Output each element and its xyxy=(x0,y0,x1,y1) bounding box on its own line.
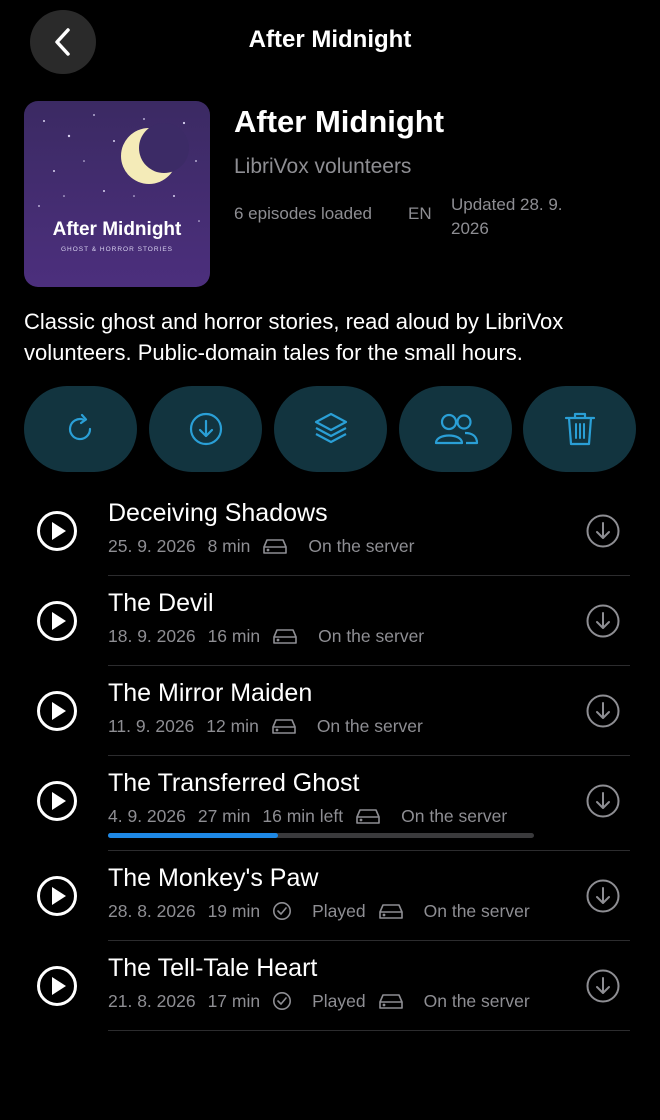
episode-played: Played xyxy=(312,900,366,921)
episode-duration: 19 min xyxy=(207,900,261,921)
episode-date: 25. 9. 2026 xyxy=(108,535,196,556)
divider xyxy=(108,940,630,941)
play-icon[interactable] xyxy=(36,875,78,917)
people-icon xyxy=(434,413,478,445)
server-icon xyxy=(262,537,288,555)
server-icon xyxy=(271,717,297,735)
divider xyxy=(108,1030,630,1031)
divider xyxy=(108,850,630,851)
delete-button[interactable] xyxy=(523,386,636,472)
server-icon xyxy=(378,902,404,920)
episode-duration: 27 min xyxy=(197,805,251,826)
layers-icon xyxy=(314,412,347,444)
episode-title: Deceiving Shadows xyxy=(108,499,328,527)
playback-progress xyxy=(108,833,534,838)
episode-meta: 21. 8. 2026 17 min Played On the server xyxy=(108,989,536,1013)
divider xyxy=(108,755,630,756)
episode-meta: 28. 8. 2026 19 min Played On the server xyxy=(108,899,536,923)
play-icon[interactable] xyxy=(36,510,78,552)
episode-meta: 4. 9. 2026 27 min 16 min left On the ser… xyxy=(108,804,536,828)
download-icon xyxy=(189,412,222,446)
download-icon[interactable] xyxy=(585,693,621,729)
episode-date: 18. 9. 2026 xyxy=(108,625,196,646)
episode-duration: 12 min xyxy=(206,715,259,736)
progress-fill xyxy=(108,833,279,838)
download-all-button[interactable] xyxy=(149,386,262,472)
podcast-author: LibriVox volunteers xyxy=(234,155,412,178)
episode-status: On the server xyxy=(401,805,508,826)
refresh-icon xyxy=(68,413,91,441)
download-icon[interactable] xyxy=(585,603,621,639)
cover-subtitle-text: GHOST & HORROR STORIES xyxy=(61,246,173,253)
episode-date: 4. 9. 2026 xyxy=(108,805,186,826)
episode-title: The Devil xyxy=(108,589,214,617)
episode-title: The Transferred Ghost xyxy=(108,769,360,797)
download-icon[interactable] xyxy=(585,968,621,1004)
server-icon xyxy=(272,627,298,645)
episode-status: On the server xyxy=(316,715,423,736)
download-icon[interactable] xyxy=(585,783,621,819)
cover-title-text: After Midnight xyxy=(53,219,182,240)
episode-date: 21. 8. 2026 xyxy=(108,990,196,1011)
divider xyxy=(108,665,630,666)
episode-title: The Mirror Maiden xyxy=(108,679,313,707)
episode-title: The Monkey's Paw xyxy=(108,864,319,892)
episode-title: The Tell-Tale Heart xyxy=(108,954,318,982)
play-icon[interactable] xyxy=(36,600,78,642)
refresh-button[interactable] xyxy=(24,386,137,472)
podcast-title: After Midnight xyxy=(234,104,445,139)
people-button[interactable] xyxy=(399,386,512,472)
episode-remaining: 16 min left xyxy=(262,805,344,826)
check-circle-icon xyxy=(272,991,292,1011)
divider xyxy=(108,575,630,576)
check-circle-icon xyxy=(272,901,292,921)
episode-duration: 8 min xyxy=(207,535,251,556)
play-icon[interactable] xyxy=(36,690,78,732)
download-icon[interactable] xyxy=(585,513,621,549)
episode-status: On the server xyxy=(423,900,530,921)
podcast-description: Classic ghost and horror stories, read a… xyxy=(24,309,564,365)
podcast-cover: After Midnight GHOST & HORROR STORIES xyxy=(24,101,210,287)
play-icon[interactable] xyxy=(36,780,78,822)
episodes-loaded: 6 episodes loaded xyxy=(234,204,373,223)
server-icon xyxy=(355,807,381,825)
episode-duration: 16 min xyxy=(207,625,261,646)
play-icon[interactable] xyxy=(36,965,78,1007)
episode-meta: 25. 9. 2026 8 min On the server xyxy=(108,534,536,558)
server-icon xyxy=(378,992,404,1010)
episode-played: Played xyxy=(312,990,366,1011)
episode-date: 28. 8. 2026 xyxy=(108,900,196,921)
episode-status: On the server xyxy=(308,535,415,556)
download-icon[interactable] xyxy=(585,878,621,914)
header-title: After Midnight xyxy=(248,26,412,53)
episode-meta: 11. 9. 2026 12 min On the server xyxy=(108,714,536,738)
episode-meta: 18. 9. 2026 16 min On the server xyxy=(108,624,536,648)
layers-button[interactable] xyxy=(274,386,387,472)
updated-date: Updated 28. 9. 2026 xyxy=(451,195,563,238)
episode-status: On the server xyxy=(318,625,425,646)
episode-status: On the server xyxy=(423,990,530,1011)
episode-duration: 17 min xyxy=(207,990,261,1011)
episode-date: 11. 9. 2026 xyxy=(108,715,195,736)
language-badge: EN xyxy=(408,204,432,223)
action-bar xyxy=(24,386,636,472)
trash-icon xyxy=(564,412,595,446)
